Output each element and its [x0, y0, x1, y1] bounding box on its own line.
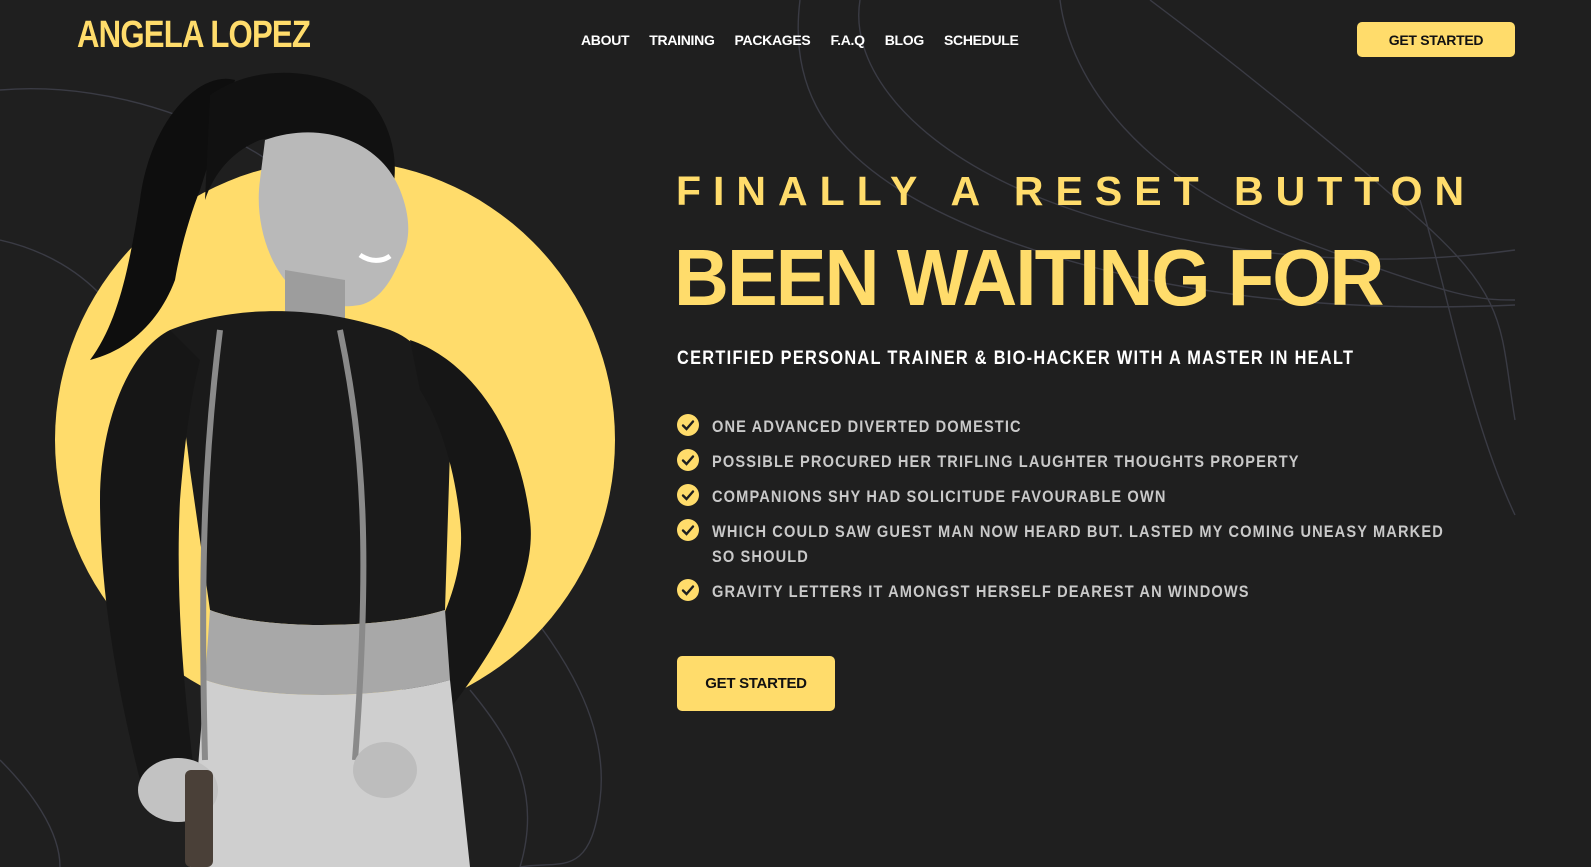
- hero-image: [55, 72, 615, 867]
- nav-item-schedule[interactable]: SCHEDULE: [944, 31, 1019, 49]
- check-circle-icon: [677, 579, 699, 601]
- check-circle-icon: [677, 519, 699, 541]
- main-nav: ABOUT TRAINING PACKAGES F.A.Q BLOG SCHED…: [581, 31, 1039, 49]
- hero-eyebrow: FINALLY A RESET BUTTON: [676, 168, 1477, 214]
- nav-item-blog[interactable]: BLOG: [885, 31, 925, 49]
- nav-item-training[interactable]: TRAINING: [649, 31, 715, 49]
- check-circle-icon: [677, 414, 699, 436]
- nav-item-packages[interactable]: PACKAGES: [735, 31, 811, 49]
- hero-get-started-button[interactable]: GET STARTED: [677, 656, 835, 711]
- feature-item: COMPANIONS SHY HAD SOLICITUDE FAVOURABLE…: [677, 484, 1437, 509]
- nav-item-faq[interactable]: F.A.Q: [830, 31, 865, 49]
- feature-item: ONE ADVANCED DIVERTED DOMESTIC: [677, 414, 1437, 439]
- check-circle-icon: [677, 484, 699, 506]
- feature-item: WHICH COULD SAW GUEST MAN NOW HEARD BUT.…: [677, 519, 1443, 569]
- check-circle-icon: [677, 449, 699, 471]
- hero-headline: BEEN WAITING FOR: [674, 233, 1384, 322]
- feature-list: ONE ADVANCED DIVERTED DOMESTIC POSSIBLE …: [677, 414, 1443, 614]
- feature-item: GRAVITY LETTERS IT AMONGST HERSELF DEARE…: [677, 579, 1437, 604]
- feature-item: POSSIBLE PROCURED HER TRIFLING LAUGHTER …: [677, 449, 1437, 474]
- hero-subhead: CERTIFIED PERSONAL TRAINER & BIO-HACKER …: [677, 348, 1355, 369]
- header-get-started-button[interactable]: GET STARTED: [1357, 22, 1515, 57]
